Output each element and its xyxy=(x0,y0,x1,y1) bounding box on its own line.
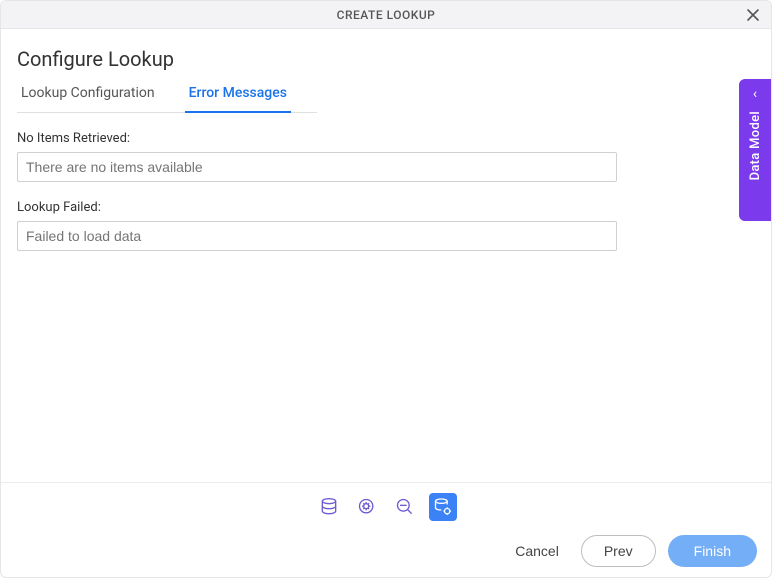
no-items-input[interactable] xyxy=(17,152,617,182)
chevron-left-icon: ‹ xyxy=(753,87,757,101)
database-gear-icon xyxy=(433,497,453,517)
close-button[interactable] xyxy=(743,5,763,25)
data-model-panel-toggle[interactable]: ‹ Data Model xyxy=(739,79,771,221)
dialog-content: Configure Lookup Lookup Configuration Er… xyxy=(1,29,771,482)
field-lookup-failed: Lookup Failed: xyxy=(17,200,755,251)
cancel-button[interactable]: Cancel xyxy=(505,537,569,565)
prev-button[interactable]: Prev xyxy=(581,535,656,567)
step-configure-lookup-icon[interactable] xyxy=(429,493,457,521)
lookup-failed-input[interactable] xyxy=(17,221,617,251)
close-icon xyxy=(746,8,760,22)
data-model-label: Data Model xyxy=(748,111,763,180)
step-settings-icon[interactable] xyxy=(353,493,381,521)
zoom-out-icon xyxy=(395,497,415,517)
no-items-label: No Items Retrieved: xyxy=(17,131,755,146)
footer-buttons: Cancel Prev Finish xyxy=(15,535,757,567)
wizard-step-icons xyxy=(15,489,757,525)
tab-bar: Lookup Configuration Error Messages xyxy=(17,85,317,113)
step-datasource-icon[interactable] xyxy=(315,493,343,521)
create-lookup-dialog: CREATE LOOKUP Configure Lookup Lookup Co… xyxy=(0,0,772,578)
gear-search-icon xyxy=(357,497,377,517)
lookup-failed-label: Lookup Failed: xyxy=(17,200,755,215)
tab-lookup-configuration[interactable]: Lookup Configuration xyxy=(17,85,159,112)
dialog-footer: Cancel Prev Finish xyxy=(1,482,771,577)
tab-error-messages[interactable]: Error Messages xyxy=(185,85,291,113)
titlebar: CREATE LOOKUP xyxy=(1,1,771,29)
finish-button[interactable]: Finish xyxy=(668,535,757,567)
dialog-title: CREATE LOOKUP xyxy=(337,8,436,22)
step-zoom-icon[interactable] xyxy=(391,493,419,521)
page-title: Configure Lookup xyxy=(17,47,755,71)
field-no-items-retrieved: No Items Retrieved: xyxy=(17,131,755,182)
database-icon xyxy=(319,497,339,517)
